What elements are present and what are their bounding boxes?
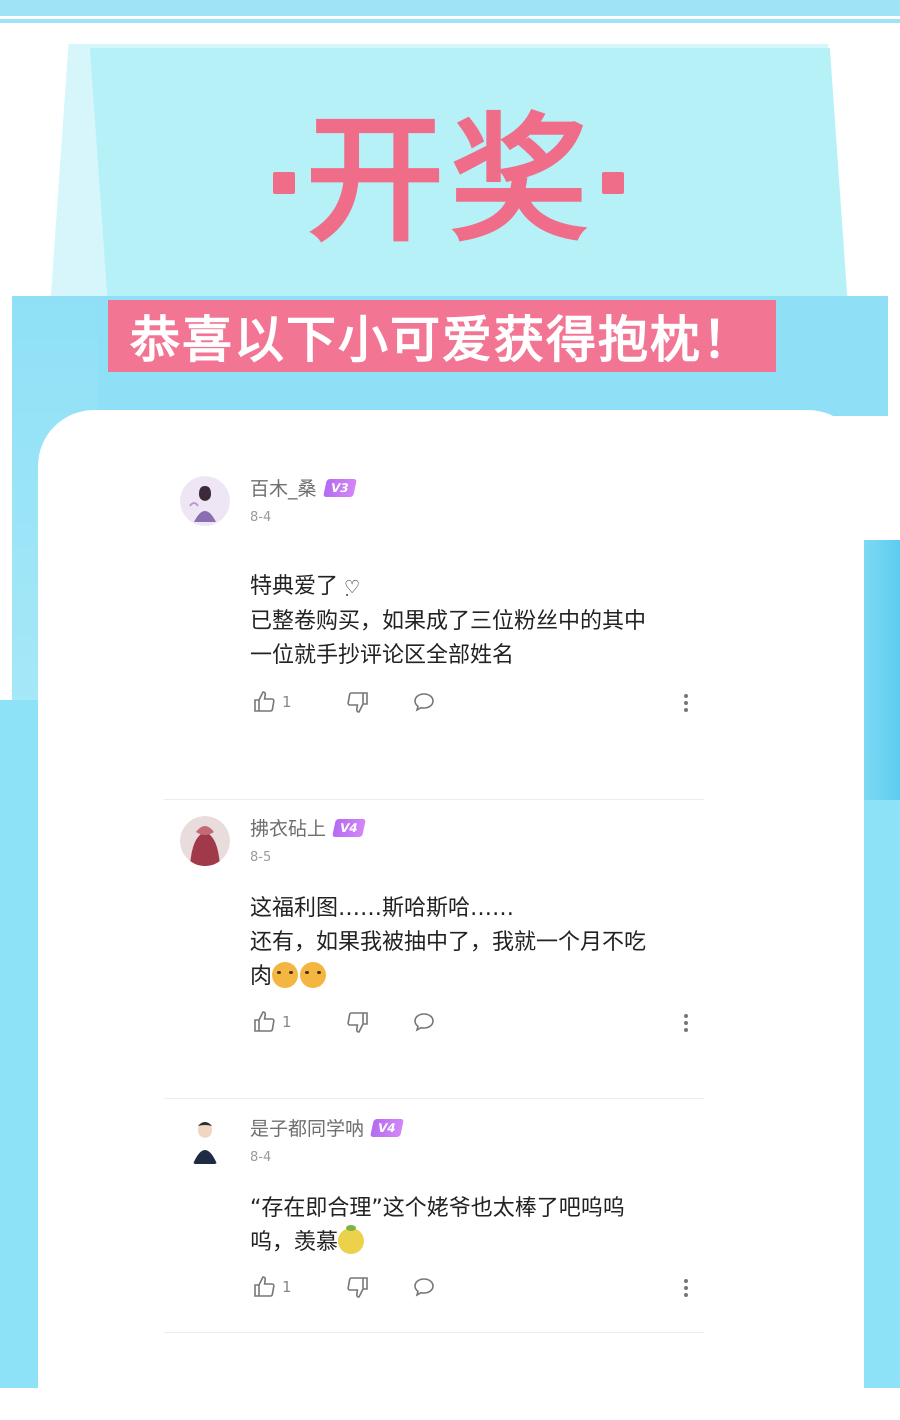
thumbs-up-icon [254, 1011, 275, 1032]
vertical-ellipsis-icon [684, 1279, 688, 1297]
reply-button[interactable] [412, 1010, 436, 1034]
dislike-button[interactable] [346, 690, 370, 714]
like-count: 1 [282, 1013, 292, 1031]
comment-date: 8-5 [250, 850, 272, 865]
comment-line-text: 特典爱了 [250, 574, 339, 599]
like-count: 1 [282, 1278, 292, 1296]
comment-line: 一位就手抄评论区全部姓名 [250, 643, 515, 668]
comment-date: 8-4 [250, 510, 272, 525]
thumbs-up-icon [254, 691, 275, 712]
username-text: 拂衣砧上 [250, 818, 327, 840]
more-options-button[interactable] [682, 692, 690, 718]
speech-bubble-icon [414, 1278, 434, 1297]
comment-line-text: 肉 [250, 964, 273, 989]
avatar[interactable] [180, 816, 230, 866]
thumbs-down-icon [347, 692, 368, 713]
doge-emoji-icon [272, 962, 299, 988]
more-options-button[interactable] [682, 1277, 690, 1303]
username-text: 百木_桑 [250, 478, 317, 500]
comment-line: 这福利图……斯哈斯哈…… [250, 896, 515, 921]
comment-body: 特典爱了ٜ♡ 已整卷购买，如果成了三位粉丝中的其中 一位就手抄评论区全部姓名 [250, 570, 690, 673]
comment-actions: 1 [250, 690, 690, 720]
comment-line: 特典爱了ٜ♡ [250, 570, 690, 605]
comment-actions: 1 [250, 1010, 690, 1040]
banner-text: 恭喜以下小可爱获得抱枕！ [130, 311, 754, 369]
comment-item: 百木_桑 V3 8-4 特典爱了ٜ♡ 已整卷购买，如果成了三位粉丝中的其中 一位就… [180, 476, 710, 726]
like-button[interactable]: 1 [252, 1010, 292, 1034]
comment-line: 还有，如果我被抽中了，我就一个月不吃 [250, 930, 647, 955]
more-options-button[interactable] [682, 1012, 690, 1038]
comment-body: 这福利图……斯哈斯哈…… 还有，如果我被抽中了，我就一个月不吃 肉 [250, 892, 690, 994]
level-badge: V4 [332, 819, 366, 837]
username[interactable]: 百木_桑 V3 [250, 476, 357, 502]
comment-divider [164, 1332, 704, 1333]
comment-item: 是子都同学呐 V4 8-4 “存在即合理”这个姥爷也太棒了吧呜呜 呜，羡慕 1 [180, 1116, 710, 1316]
dislike-button[interactable] [346, 1010, 370, 1034]
like-count: 1 [282, 693, 292, 711]
announcement-banner: 恭喜以下小可爱获得抱枕！ [108, 300, 776, 372]
speech-bubble-icon [414, 1013, 434, 1032]
reply-button[interactable] [412, 1275, 436, 1299]
vertical-ellipsis-icon [684, 1014, 688, 1032]
comment-date: 8-4 [250, 1150, 272, 1165]
top-decor-line [0, 19, 900, 23]
comment-divider [164, 799, 704, 800]
comment-line: 肉 [250, 960, 690, 994]
thumbs-down-icon [347, 1277, 368, 1298]
reply-button[interactable] [412, 690, 436, 714]
dislike-button[interactable] [346, 1275, 370, 1299]
thumbs-up-icon [254, 1276, 275, 1297]
username[interactable]: 拂衣砧上 V4 [250, 816, 366, 842]
level-badge: V3 [322, 479, 357, 497]
heart-glyph: ٜ♡ [344, 577, 361, 598]
doge-emoji-icon [300, 962, 327, 988]
comment-line: 已整卷购买，如果成了三位粉丝中的其中 [250, 609, 647, 634]
vertical-ellipsis-icon [684, 694, 688, 712]
comment-actions: 1 [250, 1275, 690, 1305]
level-badge: V4 [370, 1119, 404, 1137]
like-button[interactable]: 1 [252, 1275, 292, 1299]
username-text: 是子都同学呐 [250, 1118, 365, 1140]
username[interactable]: 是子都同学呐 V4 [250, 1116, 404, 1142]
title-dot-right [602, 172, 624, 194]
comment-divider [164, 1098, 704, 1099]
background-right-strip [862, 540, 900, 800]
comment-line: 呜，羡慕 [250, 1225, 690, 1260]
comment-line: “存在即合理”这个姥爷也太棒了吧呜呜 [250, 1196, 625, 1221]
lemon-emoji-icon [338, 1225, 365, 1254]
avatar[interactable] [180, 476, 230, 526]
top-decor-stripe [0, 0, 900, 16]
comment-line-text: 呜，羡慕 [250, 1230, 339, 1255]
speech-bubble-icon [414, 693, 434, 712]
comment-body: “存在即合理”这个姥爷也太棒了吧呜呜 呜，羡慕 [250, 1192, 690, 1260]
comment-item: 拂衣砧上 V4 8-5 这福利图……斯哈斯哈…… 还有，如果我被抽中了，我就一个月… [180, 816, 710, 1066]
page-title: 开奖 [305, 100, 594, 261]
like-button[interactable]: 1 [252, 690, 292, 714]
avatar[interactable] [180, 1116, 230, 1166]
thumbs-down-icon [347, 1012, 368, 1033]
